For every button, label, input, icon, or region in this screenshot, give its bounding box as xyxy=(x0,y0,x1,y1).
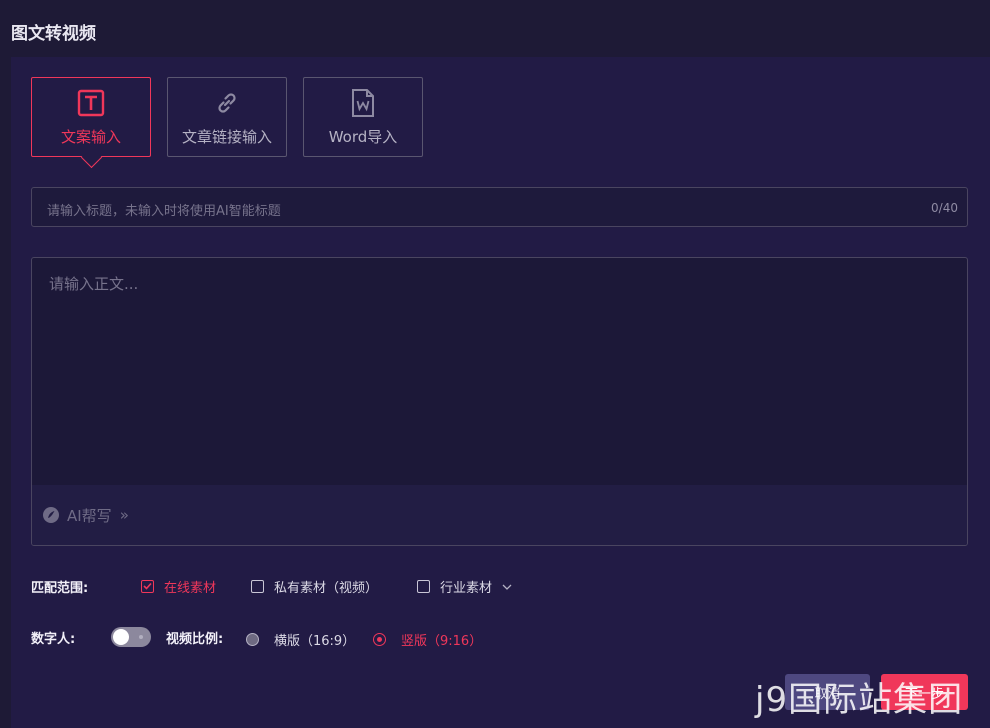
industry-material-label: 行业素材 xyxy=(440,580,493,596)
radio-selected-icon[interactable] xyxy=(373,633,386,646)
video-ratio-label: 视频比例: xyxy=(166,631,224,647)
tab-label: 文案输入 xyxy=(60,128,121,146)
match-scope-label: 匹配范围: xyxy=(31,580,89,596)
title-char-counter: 0/40 xyxy=(931,201,958,215)
word-doc-icon xyxy=(348,88,378,118)
ratio-portrait-option[interactable]: 竖版（9:16） xyxy=(373,630,482,649)
title-input-placeholder: 请输入标题，未输入时将使用AI智能标题 xyxy=(47,204,281,219)
toggle-dot xyxy=(139,635,143,639)
body-textarea[interactable]: 请输入正文... AI帮写 » xyxy=(31,257,968,546)
ai-write-icon[interactable] xyxy=(42,506,60,524)
toggle-knob xyxy=(113,629,129,645)
watermark: j9国际站集团 xyxy=(755,680,964,720)
private-material-label: 私有素材（视频） xyxy=(274,580,379,596)
double-chevron-right-icon[interactable]: » xyxy=(120,506,129,524)
ratio-landscape-option[interactable]: 横版（16:9） xyxy=(246,630,355,649)
option-online-material[interactable]: 在线素材 xyxy=(141,577,216,596)
page-title: 图文转视频 xyxy=(11,24,96,44)
landscape-label: 横版（16:9） xyxy=(274,634,356,649)
tab-label: 文章链接输入 xyxy=(181,128,272,146)
radio-icon[interactable] xyxy=(246,633,259,646)
ai-write-button[interactable]: AI帮写 xyxy=(67,505,112,526)
ai-write-bar: AI帮写 » xyxy=(32,485,967,545)
body-placeholder: 请输入正文... xyxy=(49,275,139,293)
digital-human-row: 数字人: 视频比例: 横版（16:9） 竖版（9:16） xyxy=(31,627,971,649)
tab-link-input[interactable]: 文章链接输入 xyxy=(167,77,287,157)
match-scope-row: 匹配范围: 在线素材 私有素材（视频） 行业素材 xyxy=(31,577,971,596)
checkbox-icon[interactable] xyxy=(417,579,430,593)
page: 图文转视频 文案输入 文章链接输入 Word导入 请输入标题，未输入时将使用AI… xyxy=(0,0,990,728)
portrait-label: 竖版（9:16） xyxy=(401,634,483,649)
digital-human-toggle[interactable] xyxy=(111,627,151,647)
digital-human-label: 数字人: xyxy=(31,631,76,647)
tab-label: Word导入 xyxy=(328,128,398,146)
text-t-icon xyxy=(76,88,106,118)
option-industry-material[interactable]: 行业素材 xyxy=(417,577,512,596)
option-private-material[interactable]: 私有素材（视频） xyxy=(251,577,378,596)
checkbox-icon[interactable] xyxy=(251,579,264,593)
tab-word-import[interactable]: Word导入 xyxy=(303,77,423,157)
checkbox-checked-icon[interactable] xyxy=(141,579,154,593)
chevron-down-icon[interactable] xyxy=(502,579,512,594)
title-input[interactable]: 请输入标题，未输入时将使用AI智能标题 0/40 xyxy=(31,187,968,227)
link-icon xyxy=(212,88,242,118)
online-material-label: 在线素材 xyxy=(164,580,217,596)
main-panel: 文案输入 文章链接输入 Word导入 请输入标题，未输入时将使用AI智能标题 0… xyxy=(11,57,990,728)
tab-text-input[interactable]: 文案输入 xyxy=(31,77,151,157)
